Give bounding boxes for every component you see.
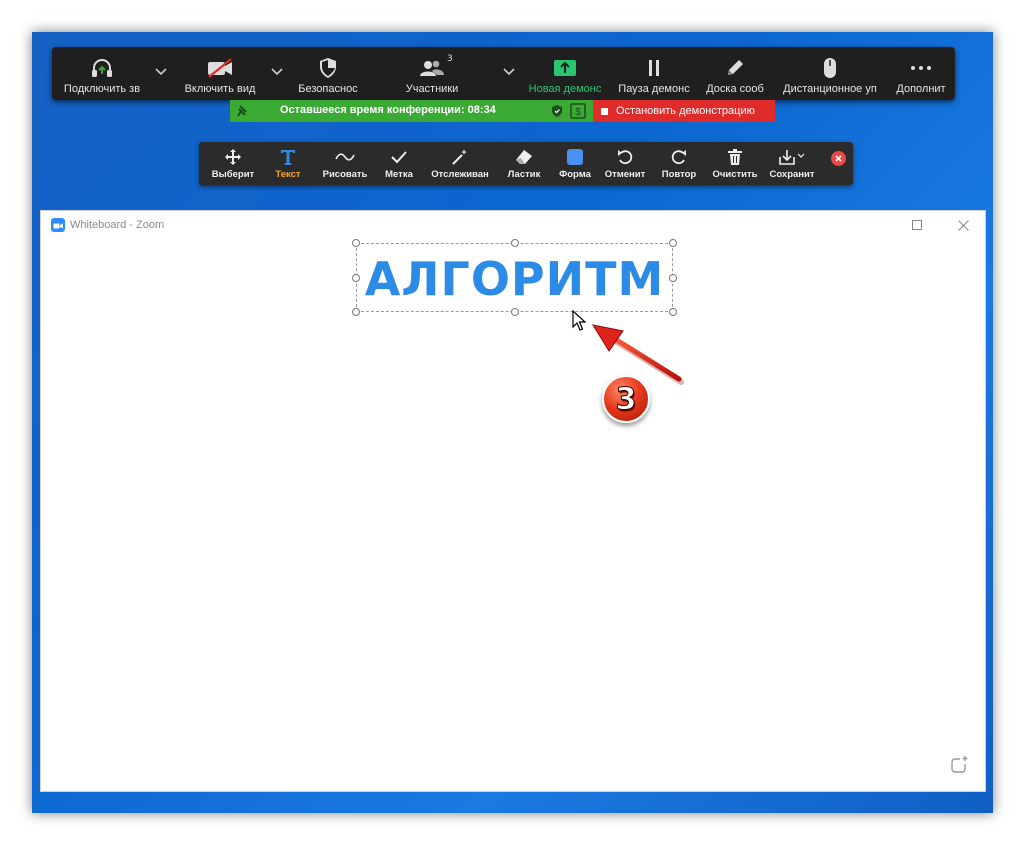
draw-icon <box>335 147 355 167</box>
step-number: 3 <box>615 381 637 417</box>
remote-control-button[interactable]: Дистанционное уп <box>778 47 882 100</box>
annotation-toolbar: Выберит Текст Рисовать Метка Отслеживан <box>199 142 853 185</box>
trash-icon <box>727 147 743 167</box>
share-screen-icon <box>553 55 577 81</box>
resize-handle[interactable] <box>511 239 519 247</box>
start-video-label: Включить вид <box>184 83 256 95</box>
participants-options-chevron[interactable] <box>500 63 518 81</box>
time-remaining-bar: Оставшееся время конференции: 08:34 $ <box>230 100 593 122</box>
pencil-icon <box>725 55 745 81</box>
resize-handle[interactable] <box>669 308 677 316</box>
maximize-icon <box>912 220 922 230</box>
tool-save-label: Сохранит <box>769 169 815 180</box>
more-label: Дополнит <box>896 83 946 95</box>
whiteboard-text[interactable]: АЛГОРИТМ <box>357 252 672 306</box>
new-share-button[interactable]: Новая демонс <box>522 47 608 100</box>
resize-handle[interactable] <box>669 239 677 247</box>
tool-shape[interactable]: Форма <box>553 142 597 185</box>
svg-text:$: $ <box>575 107 581 118</box>
more-icon <box>910 55 932 81</box>
tool-select-label: Выберит <box>211 169 255 180</box>
tool-redo-label: Повтор <box>661 169 697 180</box>
desktop-background: Подключить зв Включить вид Безопаснос Уч… <box>32 32 993 813</box>
tool-spotlight-label: Отслеживан <box>431 169 489 180</box>
audio-options-chevron[interactable] <box>152 63 170 81</box>
tool-eraser[interactable]: Ластик <box>501 142 547 185</box>
resize-handle[interactable] <box>352 274 360 282</box>
move-icon <box>224 147 242 167</box>
tool-undo[interactable]: Отменит <box>601 142 649 185</box>
tool-stamp-label: Метка <box>385 169 413 180</box>
tool-spotlight[interactable]: Отслеживан <box>425 142 495 185</box>
tool-clear-label: Очистить <box>712 169 758 180</box>
tool-redo[interactable]: Повтор <box>655 142 703 185</box>
participants-icon <box>418 55 446 81</box>
new-share-label: Новая демонс <box>528 83 602 95</box>
redo-icon <box>670 147 688 167</box>
whiteboard-window: Whiteboard - Zoom АЛГОРИТМ 3 <box>40 210 986 792</box>
participants-button[interactable]: Участники <box>390 47 474 100</box>
resize-handle[interactable] <box>669 274 677 282</box>
encryption-shield-icon <box>552 105 562 117</box>
window-title: Whiteboard - Zoom <box>70 219 165 231</box>
tool-undo-label: Отменит <box>604 169 646 180</box>
maximize-button[interactable] <box>907 216 927 234</box>
tool-save[interactable]: Сохранит <box>765 142 819 185</box>
security-button[interactable]: Безопаснос <box>288 47 368 100</box>
stop-share-label: Остановить демонстрацию <box>616 105 755 117</box>
tool-shape-label: Форма <box>559 169 591 180</box>
pause-share-button[interactable]: Пауза демонс <box>612 47 696 100</box>
headphones-icon <box>90 55 114 81</box>
time-remaining-text: Оставшееся время конференции: 08:34 <box>280 104 496 116</box>
participants-count: 3 <box>447 54 453 64</box>
checkmark-icon <box>391 147 407 167</box>
shield-icon <box>317 55 339 81</box>
save-icon <box>778 147 806 167</box>
stop-icon <box>601 107 608 115</box>
close-icon <box>957 219 969 231</box>
start-video-button[interactable]: Включить вид <box>174 47 266 100</box>
step-badge: 3 <box>602 375 650 423</box>
participants-label: Участники <box>405 83 459 95</box>
shape-icon <box>566 147 584 167</box>
more-button[interactable]: Дополнит <box>888 47 954 100</box>
tool-select[interactable]: Выберит <box>207 142 259 185</box>
resize-handle[interactable] <box>352 239 360 247</box>
tool-text[interactable]: Текст <box>265 142 311 185</box>
billing-icon[interactable]: $ <box>570 103 586 119</box>
spotlight-icon <box>451 147 469 167</box>
annotate-button[interactable]: Доска сооб <box>700 47 770 100</box>
video-options-chevron[interactable] <box>268 63 286 81</box>
pause-icon <box>644 55 664 81</box>
pin-icon <box>237 105 247 117</box>
mouse-cursor-icon <box>572 310 586 331</box>
stop-share-button[interactable]: Остановить демонстрацию <box>593 100 775 122</box>
new-page-icon[interactable] <box>949 755 969 775</box>
eraser-icon <box>514 147 534 167</box>
unmute-audio-button[interactable]: Подключить зв <box>56 47 148 100</box>
text-selection-box[interactable]: АЛГОРИТМ <box>352 239 677 316</box>
tool-clear[interactable]: Очистить <box>709 142 761 185</box>
tool-text-label: Текст <box>275 169 301 180</box>
annotate-label: Доска сооб <box>706 83 764 95</box>
unmute-audio-label: Подключить зв <box>63 83 141 95</box>
tool-eraser-label: Ластик <box>507 169 541 180</box>
mouse-icon <box>822 55 838 81</box>
security-label: Безопаснос <box>298 83 358 95</box>
resize-handle[interactable] <box>511 308 519 316</box>
close-icon <box>835 155 842 162</box>
text-icon <box>279 147 297 167</box>
close-annotation-button[interactable] <box>831 151 846 166</box>
tool-draw-label: Рисовать <box>322 169 368 180</box>
meeting-toolbar: Подключить зв Включить вид Безопаснос Уч… <box>52 47 955 100</box>
window-close-button[interactable] <box>953 216 973 234</box>
tool-stamp[interactable]: Метка <box>377 142 421 185</box>
zoom-logo-icon <box>51 218 65 232</box>
video-off-icon <box>206 55 234 81</box>
pause-share-label: Пауза демонс <box>618 83 690 95</box>
remote-control-label: Дистанционное уп <box>783 83 877 95</box>
tool-draw[interactable]: Рисовать <box>317 142 373 185</box>
undo-icon <box>616 147 634 167</box>
resize-handle[interactable] <box>352 308 360 316</box>
